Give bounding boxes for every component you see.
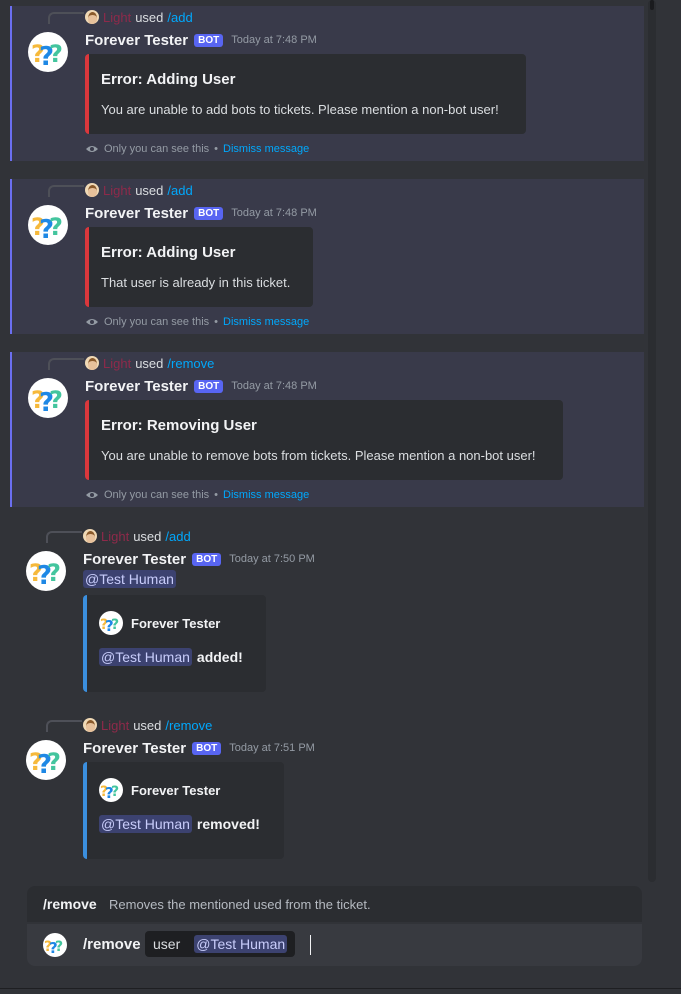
bot-tag: BOT [194,379,224,393]
reply-command[interactable]: /remove [167,356,214,371]
bot-avatar[interactable]: ??? [28,378,68,418]
divider [0,988,681,989]
author-name[interactable]: Forever Tester [83,551,186,568]
message-ephemeral-3: Light used /remove ??? Forever Tester BO… [10,352,644,507]
reply-header: Light used /add [85,8,193,26]
embed-description: You are unable to add bots to tickets. P… [101,102,499,117]
embed-author: ??? Forever Tester [99,778,220,802]
dismiss-message-link[interactable]: Dismiss message [223,143,309,155]
reply-username[interactable]: Light [101,718,129,733]
embed-action-text: removed! [196,816,260,832]
reply-header: Light used /add [83,527,191,545]
reply-header: Light used /remove [83,716,212,734]
embed-body: @Test Human added! [99,648,243,666]
command-app-icon: ??? [43,933,67,957]
user-avatar-icon [85,10,99,24]
user-mention[interactable]: @Test Human [83,570,176,588]
reply-command[interactable]: /add [165,529,190,544]
message-added: Light used /add ??? Forever Tester BOT T… [10,525,642,695]
message-ephemeral-2: Light used /add ??? Forever Tester BOT T… [10,179,644,334]
bot-tag: BOT [194,33,224,47]
svg-text:?: ? [55,939,63,955]
reply-header: Light used /add [85,181,193,199]
reply-command[interactable]: /add [167,10,192,25]
bot-tag: BOT [192,552,222,566]
embed-action-text: added! [196,649,243,665]
svg-text:?: ? [49,40,63,68]
ephemeral-note: Only you can see this • Dismiss message [85,316,309,328]
message-ephemeral-1: Light used /add ??? Forever Tester BOT T… [10,6,644,161]
eye-icon [86,146,98,152]
error-embed: Error: Adding User That user is already … [85,227,313,307]
svg-text:?: ? [47,559,61,587]
reply-username[interactable]: Light [103,356,131,371]
reply-username[interactable]: Light [103,183,131,198]
command-hint-description: Removes the mentioned used from the tick… [109,897,371,912]
user-avatar-icon [83,529,97,543]
scrollbar-track[interactable] [648,0,656,882]
embed-body: @Test Human removed! [99,815,260,833]
bot-avatar[interactable]: ??? [28,205,68,245]
eye-icon [86,492,98,498]
timestamp[interactable]: Today at 7:48 PM [231,380,317,392]
svg-text:?: ? [111,617,119,633]
reply-command[interactable]: /remove [165,718,212,733]
option-name: user [153,936,181,952]
svg-text:?: ? [49,386,63,414]
user-avatar-icon [85,356,99,370]
timestamp[interactable]: Today at 7:51 PM [229,742,315,754]
svg-text:?: ? [47,748,61,776]
embed-author-avatar: ??? [99,611,123,635]
user-avatar-icon [85,183,99,197]
reply-header: Light used /remove [85,354,214,372]
error-embed: Error: Removing User You are unable to r… [85,400,563,480]
reply-username[interactable]: Light [103,10,131,25]
embed-description: That user is already in this ticket. [101,275,291,290]
option-user-field[interactable]: user @Test Human [145,931,296,957]
dismiss-message-link[interactable]: Dismiss message [223,316,309,328]
error-embed: Error: Adding User You are unable to add… [85,54,526,134]
embed-author: ??? Forever Tester [99,611,220,635]
bot-avatar[interactable]: ??? [28,32,68,72]
embed-title: Error: Adding User [101,244,236,261]
command-hint-name: /remove [43,896,97,912]
embed-user-mention[interactable]: @Test Human [99,815,192,833]
composer-command: /remove [83,936,141,953]
embed-author-avatar: ??? [99,778,123,802]
bot-tag: BOT [192,741,222,755]
author-name[interactable]: Forever Tester [83,740,186,757]
timestamp[interactable]: Today at 7:48 PM [231,207,317,219]
embed-title: Error: Removing User [101,417,257,434]
dismiss-message-link[interactable]: Dismiss message [223,489,309,501]
bot-tag: BOT [194,206,224,220]
eye-icon [86,319,98,325]
embed-author-name: Forever Tester [131,782,221,798]
bot-avatar[interactable]: ??? [26,551,66,591]
embed-description: You are unable to remove bots from ticke… [101,448,536,463]
author-name[interactable]: Forever Tester [85,32,188,49]
embed-title: Error: Adding User [101,71,236,88]
bot-avatar[interactable]: ??? [26,740,66,780]
user-avatar-icon [83,718,97,732]
timestamp[interactable]: Today at 7:48 PM [231,34,317,46]
embed-user-mention[interactable]: @Test Human [99,648,192,666]
message-composer[interactable]: ??? /remove user @Test Human [27,924,642,966]
ephemeral-note: Only you can see this • Dismiss message [85,489,309,501]
reply-command[interactable]: /add [167,183,192,198]
embed-author-name: Forever Tester [131,615,221,631]
scrollbar-thumb[interactable] [650,0,654,10]
reply-username[interactable]: Light [101,529,129,544]
timestamp[interactable]: Today at 7:50 PM [229,553,315,565]
option-value-mention[interactable]: @Test Human [194,935,288,953]
svg-text:?: ? [49,213,63,241]
svg-text:?: ? [111,784,119,800]
success-embed: ??? Forever Tester @Test Human removed! [83,762,284,859]
author-name[interactable]: Forever Tester [85,378,188,395]
text-caret [310,935,311,955]
success-embed: ??? Forever Tester @Test Human added! [83,595,266,692]
ephemeral-note: Only you can see this • Dismiss message [85,143,309,155]
author-name[interactable]: Forever Tester [85,205,188,222]
message-removed: Light used /remove ??? Forever Tester BO… [10,714,642,862]
command-hint[interactable]: /remove Removes the mentioned used from … [27,886,642,922]
